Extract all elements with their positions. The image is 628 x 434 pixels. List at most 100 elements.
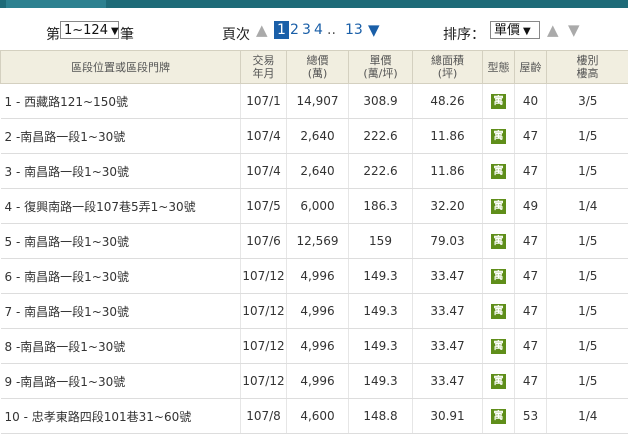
transaction-table: 區段位置或區段門牌 交易年月 總價(萬) 單價(萬/坪) 總面積(坪) 型態 屋…	[0, 50, 628, 434]
page-link[interactable]: 3	[302, 22, 311, 38]
building-type-badge: 寓	[491, 339, 506, 354]
table-row[interactable]: 10 - 忠孝東路四段101巷31~60號107/84,600148.830.9…	[1, 399, 628, 434]
sort-ascending-icon[interactable]: ▲	[547, 21, 559, 39]
table-row[interactable]: 6 - 南昌路一段1~30號107/124,996149.333.47寓471/…	[1, 259, 628, 294]
cell-total-price: 4,996	[287, 329, 349, 364]
cell-total-price: 6,000	[287, 189, 349, 224]
cell-date: 107/12	[241, 259, 287, 294]
cell-date: 107/12	[241, 329, 287, 364]
cell-age: 53	[515, 399, 547, 434]
cell-total-price: 2,640	[287, 119, 349, 154]
cell-total-price: 4,600	[287, 399, 349, 434]
page-link[interactable]: 2	[290, 22, 299, 38]
cell-floor: 1/5	[547, 224, 628, 259]
cell-type: 寓	[483, 364, 515, 399]
cell-total-price: 14,907	[287, 84, 349, 119]
table-row[interactable]: 5 - 南昌路一段1~30號107/612,56915979.03寓471/5	[1, 224, 628, 259]
cell-total-price: 4,996	[287, 294, 349, 329]
pagination-controls: 第 1~124▼ 筆 頁次 ▲ 1 2 3 4 .. 13 ▼ 排序： 單價▼ …	[0, 8, 628, 48]
cell-unit-price: 222.6	[349, 119, 413, 154]
cell-total-price: 4,996	[287, 364, 349, 399]
cell-total-area: 11.86	[413, 119, 483, 154]
cell-type: 寓	[483, 399, 515, 434]
cell-age: 47	[515, 259, 547, 294]
cell-type: 寓	[483, 154, 515, 189]
cell-location: 10 - 忠孝東路四段101巷31~60號	[1, 399, 241, 434]
cell-age: 47	[515, 224, 547, 259]
cell-total-price: 2,640	[287, 154, 349, 189]
cell-unit-price: 149.3	[349, 364, 413, 399]
cell-type: 寓	[483, 189, 515, 224]
sort-label: 排序：	[443, 24, 485, 44]
header-total-price[interactable]: 總價(萬)	[287, 51, 349, 84]
table-row[interactable]: 1 - 西藏路121~150號107/114,907308.948.26寓403…	[1, 84, 628, 119]
cell-unit-price: 149.3	[349, 294, 413, 329]
header-unit-price[interactable]: 單價(萬/坪)	[349, 51, 413, 84]
table-row[interactable]: 4 - 復興南路一段107巷5弄1~30號107/56,000186.332.2…	[1, 189, 628, 224]
cell-floor: 1/4	[547, 189, 628, 224]
cell-floor: 1/5	[547, 259, 628, 294]
sort-descending-icon[interactable]: ▼	[568, 21, 580, 39]
next-page-icon[interactable]: ▼	[368, 21, 380, 39]
cell-floor: 1/5	[547, 119, 628, 154]
building-type-badge: 寓	[491, 269, 506, 284]
table-row[interactable]: 2 -南昌路一段1~30號107/42,640222.611.86寓471/5	[1, 119, 628, 154]
cell-age: 40	[515, 84, 547, 119]
header-location[interactable]: 區段位置或區段門牌	[1, 51, 241, 84]
cell-location: 2 -南昌路一段1~30號	[1, 119, 241, 154]
cell-total-area: 11.86	[413, 154, 483, 189]
page-ellipsis: ..	[327, 22, 336, 38]
chevron-down-icon: ▼	[111, 26, 119, 37]
cell-type: 寓	[483, 84, 515, 119]
cell-location: 6 - 南昌路一段1~30號	[1, 259, 241, 294]
cell-age: 47	[515, 119, 547, 154]
prev-page-icon[interactable]: ▲	[256, 21, 268, 39]
table-row[interactable]: 8 -南昌路一段1~30號107/124,996149.333.47寓471/5	[1, 329, 628, 364]
cell-type: 寓	[483, 329, 515, 364]
last-page-link[interactable]: 13	[345, 22, 363, 38]
cell-location: 1 - 西藏路121~150號	[1, 84, 241, 119]
sort-select[interactable]: 單價▼	[490, 21, 540, 39]
cell-unit-price: 149.3	[349, 329, 413, 364]
page-label: 頁次	[222, 24, 250, 44]
range-select[interactable]: 1~124▼	[60, 21, 119, 39]
cell-total-area: 32.20	[413, 189, 483, 224]
range-select-value: 1~124	[64, 23, 108, 38]
cell-location: 7 - 南昌路一段1~30號	[1, 294, 241, 329]
building-type-badge: 寓	[491, 234, 506, 249]
cell-type: 寓	[483, 224, 515, 259]
page-link[interactable]: 4	[314, 22, 323, 38]
cell-date: 107/12	[241, 294, 287, 329]
cell-unit-price: 149.3	[349, 259, 413, 294]
header-date[interactable]: 交易年月	[241, 51, 287, 84]
building-type-badge: 寓	[491, 304, 506, 319]
cell-total-area: 79.03	[413, 224, 483, 259]
page-link-current[interactable]: 1	[274, 21, 289, 39]
building-type-badge: 寓	[491, 409, 506, 424]
range-prefix-label: 第	[46, 24, 60, 44]
cell-unit-price: 159	[349, 224, 413, 259]
cell-location: 3 - 南昌路一段1~30號	[1, 154, 241, 189]
building-type-badge: 寓	[491, 199, 506, 214]
building-type-badge: 寓	[491, 374, 506, 389]
cell-age: 47	[515, 364, 547, 399]
building-type-badge: 寓	[491, 164, 506, 179]
header-floor[interactable]: 樓別樓高	[547, 51, 628, 84]
cell-age: 47	[515, 329, 547, 364]
header-type[interactable]: 型態	[483, 51, 515, 84]
cell-floor: 1/5	[547, 294, 628, 329]
cell-date: 107/12	[241, 364, 287, 399]
table-header-row: 區段位置或區段門牌 交易年月 總價(萬) 單價(萬/坪) 總面積(坪) 型態 屋…	[1, 51, 628, 84]
cell-unit-price: 308.9	[349, 84, 413, 119]
building-type-badge: 寓	[491, 129, 506, 144]
table-row[interactable]: 3 - 南昌路一段1~30號107/42,640222.611.86寓471/5	[1, 154, 628, 189]
header-age[interactable]: 屋齡	[515, 51, 547, 84]
cell-total-area: 33.47	[413, 364, 483, 399]
cell-age: 49	[515, 189, 547, 224]
table-row[interactable]: 9 -南昌路一段1~30號107/124,996149.333.47寓471/5	[1, 364, 628, 399]
cell-total-area: 48.26	[413, 84, 483, 119]
header-total-area[interactable]: 總面積(坪)	[413, 51, 483, 84]
cell-location: 5 - 南昌路一段1~30號	[1, 224, 241, 259]
table-row[interactable]: 7 - 南昌路一段1~30號107/124,996149.333.47寓471/…	[1, 294, 628, 329]
cell-location: 9 -南昌路一段1~30號	[1, 364, 241, 399]
